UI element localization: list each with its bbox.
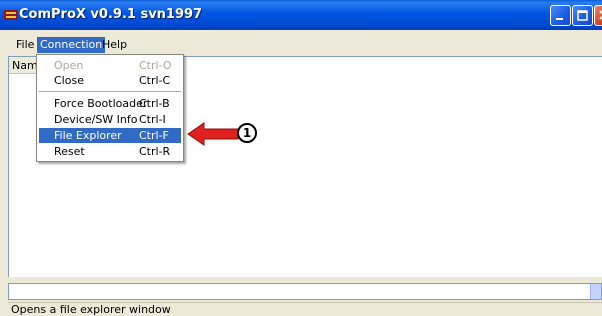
menu-item-label: Open <box>54 59 84 72</box>
menu-item-label: File Explorer <box>54 129 122 142</box>
menu-connection[interactable]: Connection <box>37 37 106 53</box>
menu-item-shortcut: Ctrl-F <box>139 129 169 142</box>
log-input[interactable] <box>8 283 602 300</box>
menu-item-label: Reset <box>54 145 85 158</box>
close-icon <box>599 10 602 20</box>
menu-item-shortcut: Ctrl-B <box>139 97 170 110</box>
menu-item-device-sw-info[interactable]: Device/SW Info Ctrl-I <box>39 112 181 127</box>
menu-item-open: Open Ctrl-O <box>39 58 181 73</box>
menu-item-label: Force Bootloader <box>54 97 148 110</box>
menu-item-file-explorer[interactable]: File Explorer Ctrl-F <box>39 128 181 143</box>
menu-item-label: Close <box>54 74 84 87</box>
menu-item-label: Device/SW Info <box>54 113 138 126</box>
menu-separator <box>39 91 181 92</box>
minimize-button[interactable] <box>550 5 571 26</box>
menu-help[interactable]: Help <box>99 37 130 53</box>
minimize-icon <box>556 18 563 20</box>
menu-bar: File Connection Help <box>0 36 602 54</box>
menu-item-shortcut: Ctrl-O <box>139 59 172 72</box>
window-title: ComProX v0.9.1 svn1997 <box>19 7 203 22</box>
app-icon <box>4 10 18 20</box>
status-bar: Opens a file explorer window <box>8 302 602 316</box>
menu-item-close[interactable]: Close Ctrl-C <box>39 73 181 88</box>
menu-item-shortcut: Ctrl-I <box>139 113 166 126</box>
menu-item-reset[interactable]: Reset Ctrl-R <box>39 144 181 159</box>
close-button[interactable] <box>594 5 602 26</box>
maximize-icon <box>577 10 588 21</box>
menu-item-shortcut: Ctrl-C <box>139 74 171 87</box>
title-bar[interactable]: ComProX v0.9.1 svn1997 <box>0 0 602 30</box>
connection-menu-dropdown: Open Ctrl-O Close Ctrl-C Force Bootloade… <box>36 54 184 162</box>
menu-file[interactable]: File <box>13 37 37 53</box>
log-scrollbar[interactable] <box>590 284 601 299</box>
maximize-button[interactable] <box>572 5 593 26</box>
menu-item-shortcut: Ctrl-R <box>139 145 171 158</box>
callout-number-badge: 1 <box>237 123 257 143</box>
app-window: ComProX v0.9.1 svn1997 File Connection H… <box>0 0 602 316</box>
menu-item-force-bootloader[interactable]: Force Bootloader Ctrl-B <box>39 96 181 111</box>
